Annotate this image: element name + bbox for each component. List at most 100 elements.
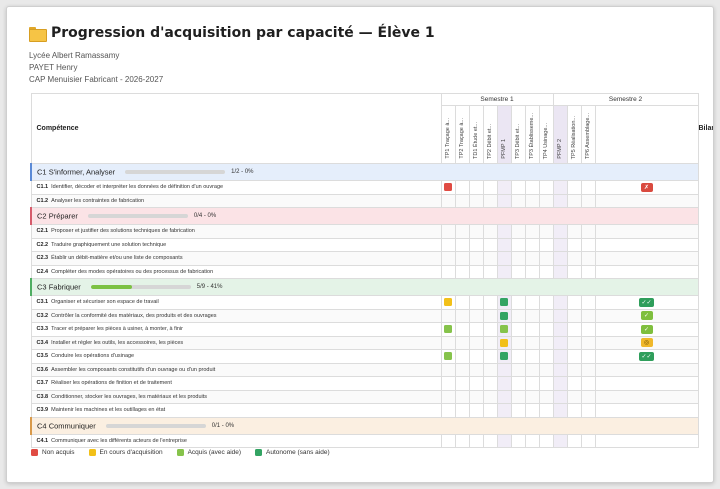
activity-column-header[interactable]: PFMP 1 — [496, 105, 512, 164]
evaluation-cell[interactable] — [552, 193, 568, 208]
evaluation-cell[interactable] — [482, 295, 498, 310]
evaluation-cell[interactable] — [482, 376, 498, 391]
evaluation-cell[interactable] — [510, 193, 526, 208]
evaluation-cell[interactable] — [552, 322, 568, 337]
evaluation-cell[interactable] — [510, 224, 526, 239]
evaluation-cell[interactable] — [440, 264, 456, 279]
evaluation-cell[interactable] — [510, 389, 526, 404]
evaluation-cell[interactable] — [552, 237, 568, 252]
evaluation-cell[interactable] — [454, 237, 470, 252]
evaluation-cell[interactable] — [538, 322, 554, 337]
evaluation-cell[interactable] — [580, 433, 596, 448]
evaluation-cell[interactable] — [510, 376, 526, 391]
evaluation-cell[interactable] — [510, 335, 526, 350]
evaluation-cell[interactable] — [510, 251, 526, 266]
evaluation-cell[interactable] — [454, 180, 470, 195]
evaluation-cell[interactable] — [440, 322, 456, 337]
evaluation-cell[interactable] — [440, 403, 456, 418]
evaluation-cell[interactable] — [580, 251, 596, 266]
evaluation-cell[interactable] — [440, 251, 456, 266]
evaluation-cell[interactable] — [454, 335, 470, 350]
evaluation-cell[interactable] — [524, 251, 540, 266]
evaluation-cell[interactable] — [538, 376, 554, 391]
evaluation-cell[interactable] — [566, 237, 582, 252]
evaluation-cell[interactable] — [524, 389, 540, 404]
evaluation-cell[interactable] — [538, 264, 554, 279]
evaluation-cell[interactable] — [468, 295, 484, 310]
evaluation-cell[interactable] — [524, 433, 540, 448]
evaluation-cell[interactable] — [566, 403, 582, 418]
evaluation-cell[interactable] — [496, 433, 512, 448]
evaluation-cell[interactable] — [566, 308, 582, 323]
evaluation-cell[interactable] — [496, 264, 512, 279]
evaluation-cell[interactable] — [496, 376, 512, 391]
evaluation-cell[interactable] — [468, 389, 484, 404]
competence-row[interactable]: C3.8 Conditionner, stocker les ouvrages, … — [30, 389, 699, 404]
evaluation-cell[interactable] — [538, 180, 554, 195]
evaluation-cell[interactable] — [510, 349, 526, 364]
evaluation-cell[interactable] — [552, 389, 568, 404]
evaluation-cell[interactable] — [468, 362, 484, 377]
competence-row[interactable]: C2.4 Compléter des modes opératoires ou d… — [30, 264, 699, 279]
activity-column-header[interactable]: TP3 Établisseme... — [524, 105, 540, 164]
evaluation-cell[interactable] — [482, 322, 498, 337]
evaluation-cell[interactable] — [468, 237, 484, 252]
evaluation-cell[interactable] — [566, 362, 582, 377]
evaluation-cell[interactable] — [580, 224, 596, 239]
evaluation-cell[interactable] — [468, 349, 484, 364]
activity-column-header[interactable]: TP2 Traçage à... — [454, 105, 470, 164]
evaluation-cell[interactable] — [440, 193, 456, 208]
evaluation-cell[interactable] — [496, 322, 512, 337]
competence-row[interactable]: C3.7 Réaliser les opérations de finition … — [30, 376, 699, 391]
capacity-row-c4[interactable]: C4 Communiquer 0/1 - 0% — [30, 416, 699, 435]
evaluation-cell[interactable] — [482, 403, 498, 418]
evaluation-cell[interactable] — [510, 322, 526, 337]
evaluation-cell[interactable] — [468, 335, 484, 350]
evaluation-cell[interactable] — [440, 295, 456, 310]
evaluation-cell[interactable] — [538, 193, 554, 208]
evaluation-cell[interactable] — [580, 193, 596, 208]
activity-column-header[interactable]: PFMP 2 — [552, 105, 568, 164]
competence-row[interactable]: C3.1 Organiser et sécuriser son espace de… — [30, 295, 699, 310]
activity-column-header[interactable]: TP6 Assemblage... — [580, 105, 596, 164]
evaluation-cell[interactable] — [496, 237, 512, 252]
evaluation-cell[interactable] — [566, 264, 582, 279]
evaluation-cell[interactable] — [524, 193, 540, 208]
evaluation-cell[interactable] — [538, 308, 554, 323]
evaluation-cell[interactable] — [552, 349, 568, 364]
activity-column-header[interactable]: TP5 Réalisation... — [566, 105, 582, 164]
activity-column-header[interactable]: TP1 Traçage à... — [440, 105, 456, 164]
evaluation-cell[interactable] — [552, 264, 568, 279]
evaluation-cell[interactable] — [580, 180, 596, 195]
competence-row[interactable]: C2.2 Traduire graphiquement une solution … — [30, 237, 699, 252]
evaluation-cell[interactable] — [510, 433, 526, 448]
evaluation-cell[interactable] — [510, 295, 526, 310]
evaluation-cell[interactable] — [468, 403, 484, 418]
evaluation-cell[interactable] — [482, 251, 498, 266]
evaluation-cell[interactable] — [524, 224, 540, 239]
evaluation-cell[interactable] — [510, 403, 526, 418]
evaluation-cell[interactable] — [440, 389, 456, 404]
evaluation-cell[interactable] — [482, 335, 498, 350]
evaluation-cell[interactable] — [482, 362, 498, 377]
evaluation-cell[interactable] — [580, 237, 596, 252]
evaluation-cell[interactable] — [468, 433, 484, 448]
evaluation-cell[interactable] — [468, 376, 484, 391]
competence-row[interactable]: C3.4 Installer et régler les outils, les … — [30, 335, 699, 350]
evaluation-cell[interactable] — [510, 264, 526, 279]
evaluation-cell[interactable] — [580, 322, 596, 337]
evaluation-cell[interactable] — [552, 335, 568, 350]
evaluation-cell[interactable] — [580, 264, 596, 279]
evaluation-cell[interactable] — [482, 349, 498, 364]
evaluation-cell[interactable] — [468, 224, 484, 239]
evaluation-cell[interactable] — [510, 308, 526, 323]
evaluation-cell[interactable] — [454, 308, 470, 323]
evaluation-cell[interactable] — [524, 322, 540, 337]
evaluation-cell[interactable] — [496, 193, 512, 208]
evaluation-cell[interactable] — [580, 349, 596, 364]
evaluation-cell[interactable] — [454, 376, 470, 391]
evaluation-cell[interactable] — [566, 180, 582, 195]
evaluation-cell[interactable] — [524, 335, 540, 350]
evaluation-cell[interactable] — [524, 362, 540, 377]
evaluation-cell[interactable] — [524, 308, 540, 323]
